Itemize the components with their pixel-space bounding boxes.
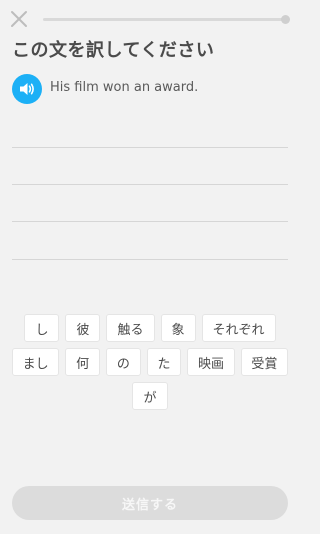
close-icon[interactable] — [8, 8, 30, 30]
word-tile[interactable]: 彼 — [65, 314, 101, 342]
progress-bar — [43, 18, 285, 21]
word-bank-row: し彼触る象それぞれ — [12, 314, 288, 342]
speaker-button[interactable] — [12, 74, 42, 104]
word-tile[interactable]: 触る — [106, 314, 155, 342]
speaker-icon — [20, 83, 34, 95]
page-title: この文を訳してください — [12, 40, 215, 61]
answer-line — [12, 147, 288, 148]
word-tile[interactable]: し — [24, 314, 60, 342]
top-bar — [0, 0, 300, 36]
prompt-sentence: His film won an award. — [50, 80, 199, 95]
progress-end-dot — [281, 15, 290, 24]
answer-line — [12, 221, 288, 222]
word-tile[interactable]: 受賞 — [240, 348, 288, 376]
word-tile[interactable]: の — [106, 348, 141, 376]
word-bank-row: が — [12, 382, 288, 410]
answer-line — [12, 184, 288, 185]
word-tile[interactable]: それぞれ — [201, 314, 276, 342]
answer-line — [12, 259, 288, 260]
word-tile[interactable]: 映画 — [187, 348, 235, 376]
submit-button[interactable]: 送信する — [12, 486, 288, 520]
word-tile[interactable]: まし — [12, 348, 60, 376]
word-bank: し彼触る象それぞれ まし何のた映画 受賞が — [12, 314, 288, 416]
word-tile[interactable]: 何 — [65, 348, 100, 376]
word-tile[interactable]: 象 — [160, 314, 196, 342]
word-bank-row: まし何のた映画 受賞 — [12, 348, 288, 376]
word-tile[interactable]: た — [146, 348, 182, 376]
word-tile[interactable]: が — [132, 382, 168, 410]
